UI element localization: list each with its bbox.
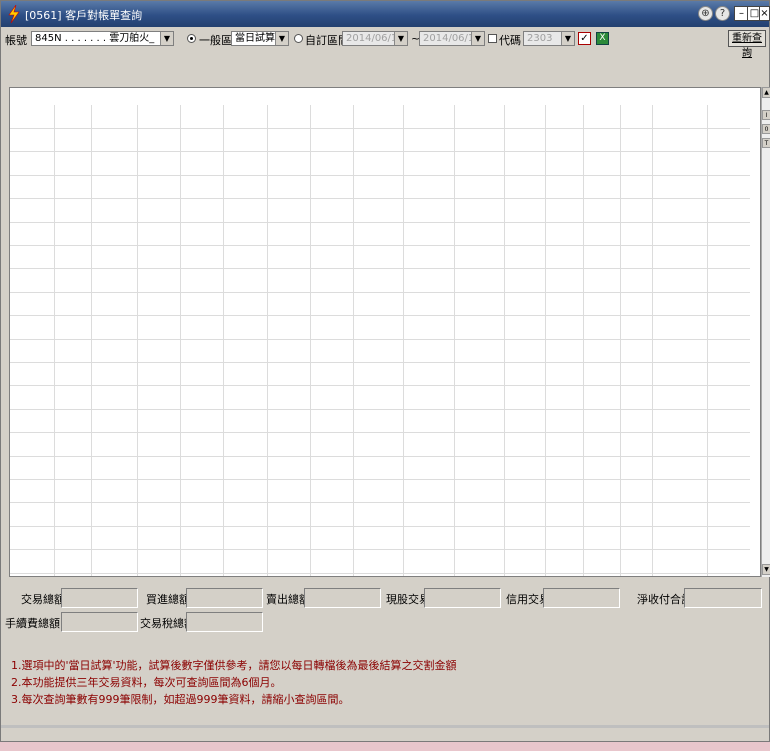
account-select[interactable]: 845N . . . . . . . 雲刀舶火_ ▼ xyxy=(31,31,174,46)
sell-total-field xyxy=(304,588,381,608)
pin-icon[interactable]: ⊕ xyxy=(698,6,713,21)
grid-row-line xyxy=(10,268,750,269)
grid-row-line xyxy=(10,292,750,293)
fee-total-field xyxy=(61,612,138,632)
account-value: 845N . . . . . . . 雲刀舶火_ xyxy=(35,33,155,44)
vertical-scrollbar[interactable]: ▲ Ⅰ 0 T ▼ xyxy=(761,87,770,577)
note-1: 1.選項中的'當日試算'功能，試算後數字僅供參考，請您以每日轉檔後為最後結算之交… xyxy=(11,659,457,672)
scroll-mark-icon[interactable]: T xyxy=(762,138,770,148)
scroll-down-icon[interactable]: ▼ xyxy=(762,564,770,575)
note-3: 3.每次查詢筆數有999筆限制，如超過999筆資料，請縮小查詢區間。 xyxy=(11,693,350,706)
window-title: [0561] 客戶對帳單查詢 xyxy=(25,9,143,22)
chevron-down-icon[interactable]: ▼ xyxy=(471,32,484,45)
query-button[interactable]: 重新查詢 xyxy=(728,30,766,59)
grid-row-line xyxy=(10,409,750,410)
credit-trade-field xyxy=(543,588,620,608)
check-icon[interactable]: ✓ xyxy=(578,32,591,45)
chevron-down-icon[interactable]: ▼ xyxy=(394,32,407,45)
range-select[interactable]: 當日試算 ▼ xyxy=(231,31,289,46)
query-toolbar: 帳號 845N . . . . . . . 雲刀舶火_ ▼ 一般區間 當日試算 … xyxy=(1,27,769,59)
title-bar[interactable]: [0561] 客戶對帳單查詢 ⊕ ? – □ × xyxy=(1,1,770,27)
grid-row-line xyxy=(10,362,750,363)
close-button[interactable]: × xyxy=(759,6,770,21)
app-window: [0561] 客戶對帳單查詢 ⊕ ? – □ × 帳號 845N . . . .… xyxy=(0,0,770,742)
grid-row-line xyxy=(10,526,750,527)
grid-row-line xyxy=(10,245,750,246)
scroll-up-icon[interactable]: ▲ xyxy=(762,87,770,98)
grid-row-line xyxy=(10,549,750,550)
radio-custom-range[interactable] xyxy=(294,34,303,43)
chevron-down-icon[interactable]: ▼ xyxy=(275,32,288,45)
chevron-down-icon[interactable]: ▼ xyxy=(561,32,574,45)
note-2: 2.本功能提供三年交易資料，每次可查詢區間為6個月。 xyxy=(11,676,282,689)
scroll-mark-icon[interactable]: 0 xyxy=(762,124,770,134)
code-label: 代碼 xyxy=(499,34,521,47)
date-from-input[interactable]: 2014/06/15 ▼ xyxy=(342,31,408,46)
grid-row-line xyxy=(10,151,750,152)
transaction-table[interactable] xyxy=(9,87,761,577)
grid-row-line xyxy=(10,456,750,457)
chevron-down-icon[interactable]: ▼ xyxy=(160,32,173,45)
tax-total-field xyxy=(186,612,263,632)
fee-total-label: 手續費總額 xyxy=(5,617,60,630)
radio-general-range[interactable] xyxy=(187,34,196,43)
grid-row-line xyxy=(10,198,750,199)
grid-row-line xyxy=(10,175,750,176)
grid-row-line xyxy=(10,385,750,386)
status-bar xyxy=(1,725,769,728)
account-label: 帳號 xyxy=(5,34,27,47)
code-checkbox[interactable] xyxy=(488,34,497,43)
code-select[interactable]: 2303 ▼ xyxy=(523,31,575,46)
trade-total-label: 交易總額 xyxy=(21,593,65,606)
cash-trade-field xyxy=(424,588,501,608)
date-to-input[interactable]: 2014/06/15 ▼ xyxy=(419,31,485,46)
grid-row-line xyxy=(10,432,750,433)
grid-row-line xyxy=(10,573,750,574)
grid-row-line xyxy=(10,479,750,480)
grid-row-line xyxy=(10,128,750,129)
grid-row-line xyxy=(10,222,750,223)
range-value: 當日試算 xyxy=(235,33,275,44)
scroll-mark-icon[interactable]: Ⅰ xyxy=(762,110,770,120)
net-total-field xyxy=(684,588,762,608)
lightning-icon xyxy=(8,5,20,23)
buy-total-label: 買進總額 xyxy=(146,593,190,606)
grid-row-line xyxy=(10,502,750,503)
grid-row-line xyxy=(10,339,750,340)
buy-total-field xyxy=(186,588,263,608)
excel-export-icon[interactable]: X xyxy=(596,32,609,45)
trade-total-field xyxy=(61,588,138,608)
code-value: 2303 xyxy=(527,33,553,44)
help-icon[interactable]: ? xyxy=(715,6,730,21)
grid-row-line xyxy=(10,315,750,316)
